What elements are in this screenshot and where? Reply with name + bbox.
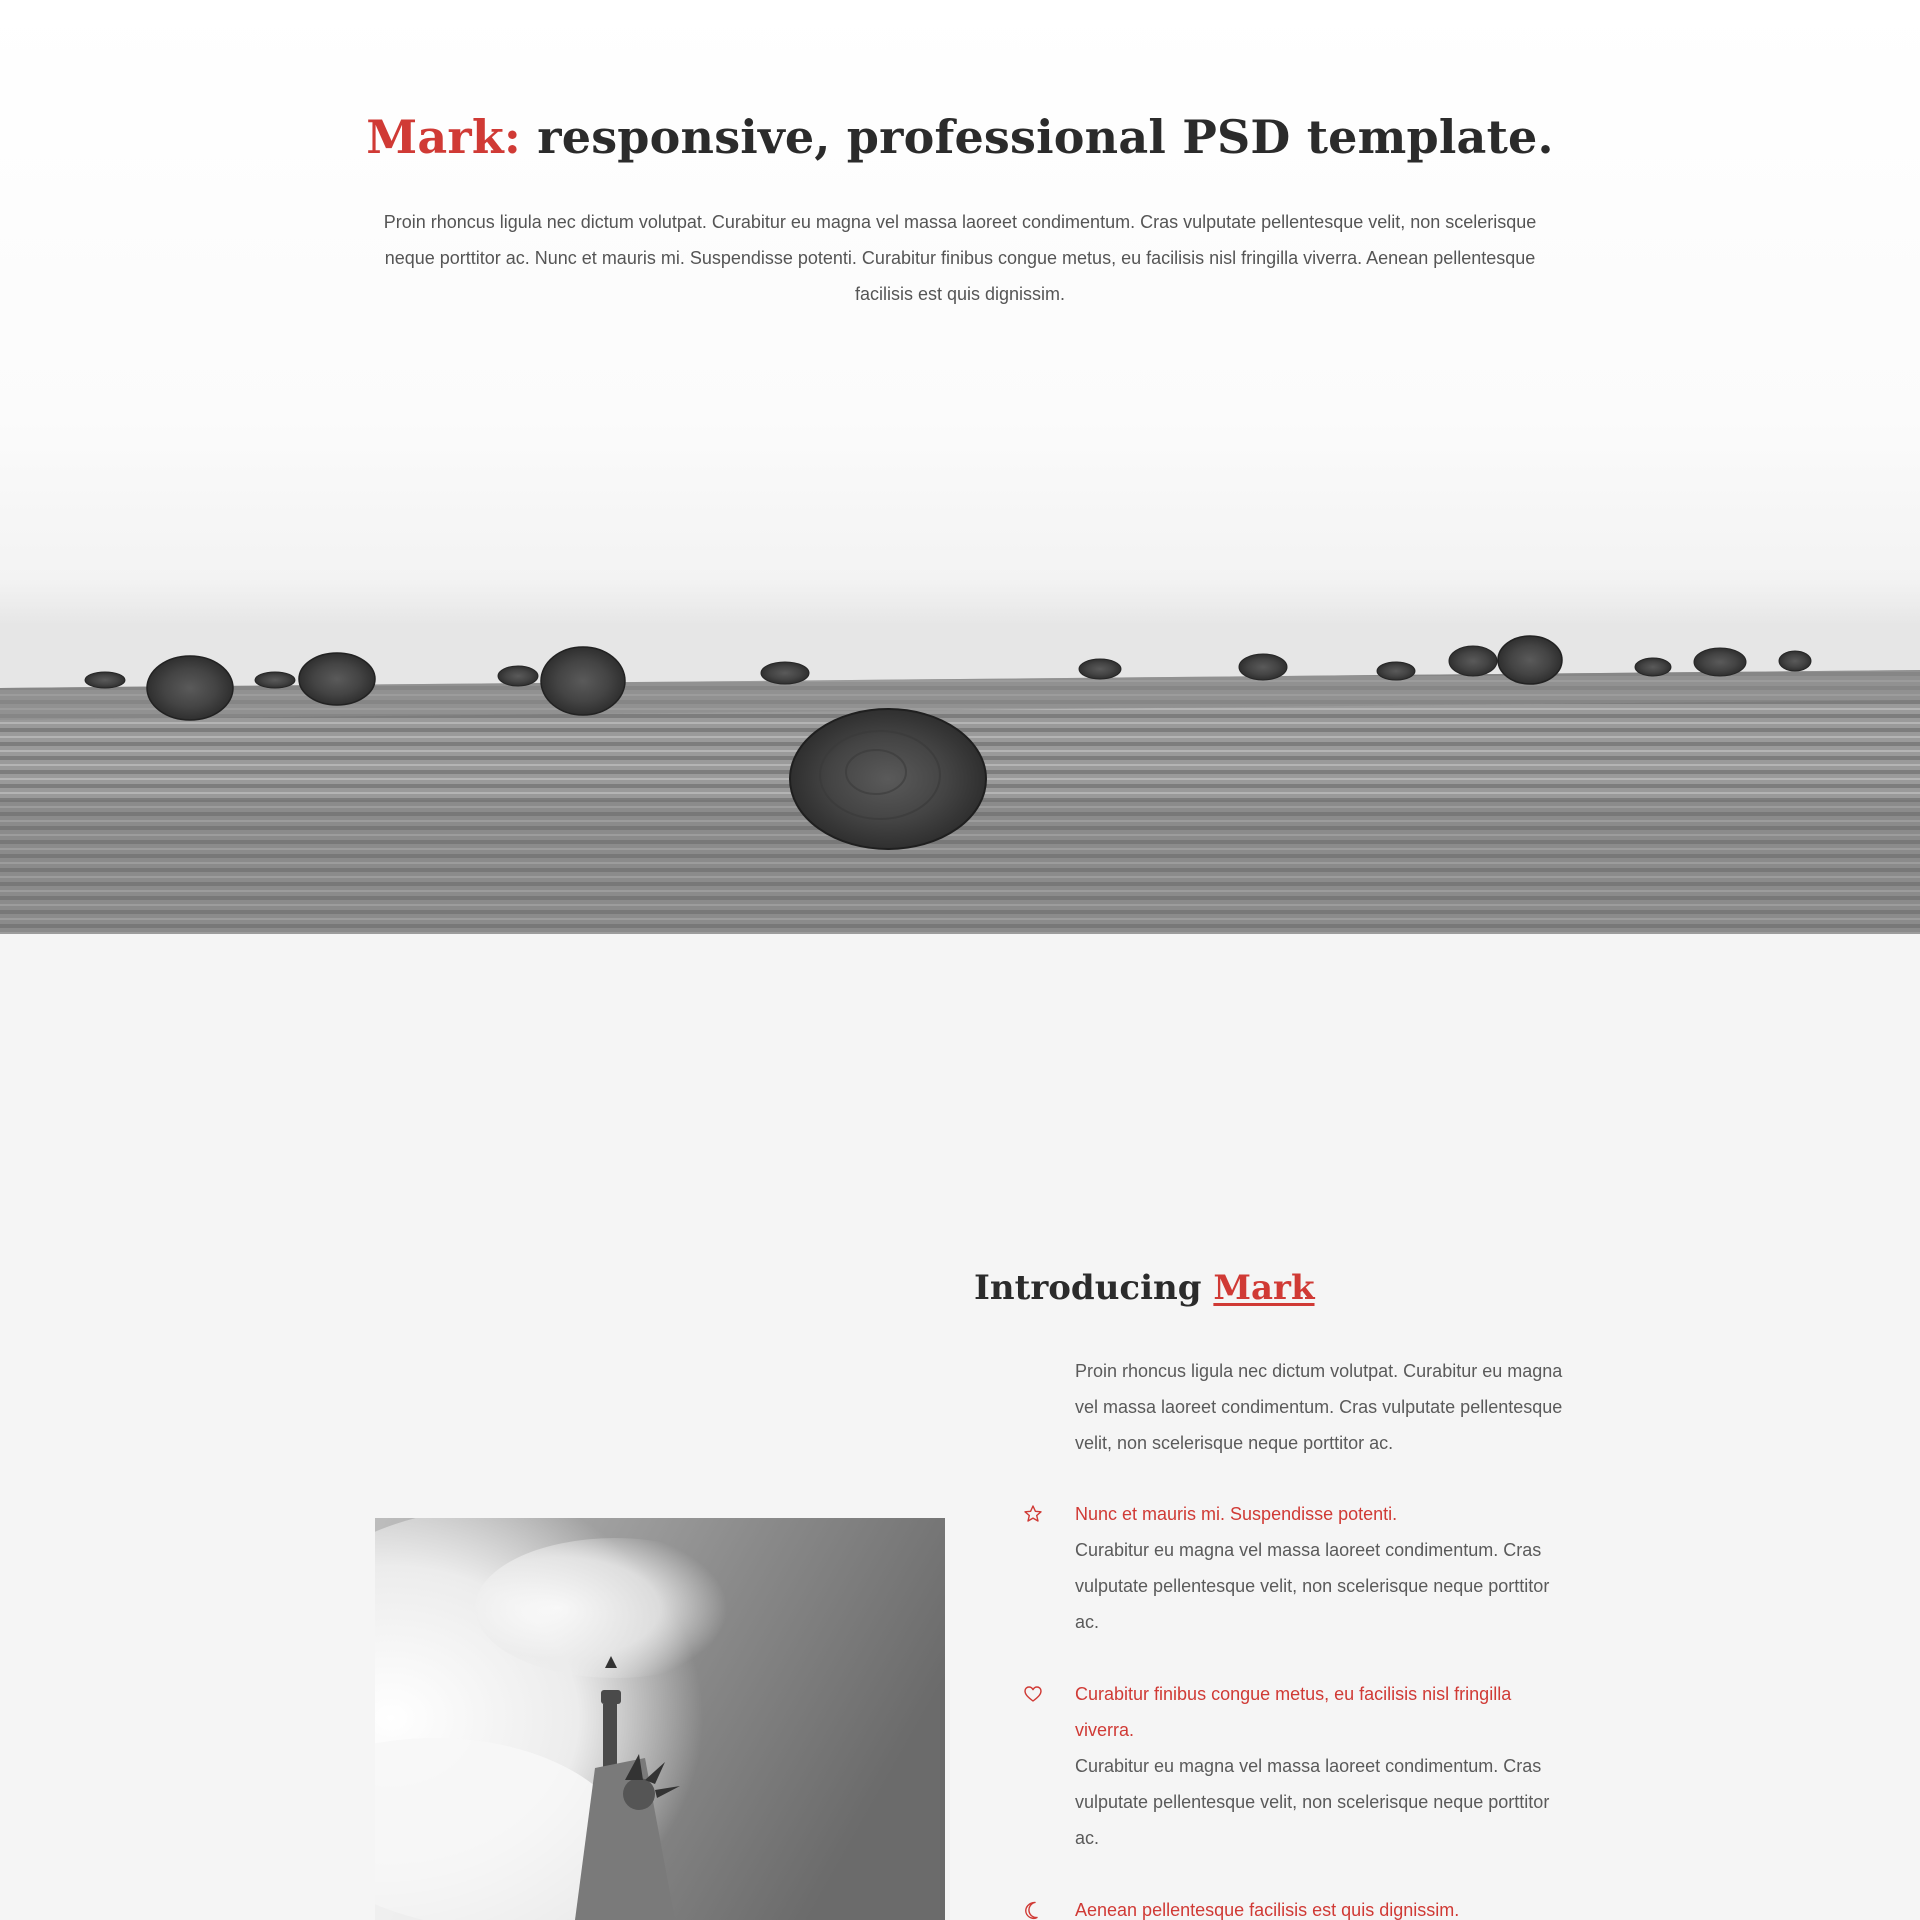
feature-text: Curabitur eu magna vel massa laoreet con… [1075,1756,1550,1848]
hero-section: Mark: responsive, professional PSD templ… [0,0,1920,934]
feature-item: Aenean pellentesque facilisis est quis d… [1025,1892,1575,1920]
feature-title: Curabitur finibus congue metus, eu facil… [1075,1684,1512,1740]
hero-title-brand: Mark: [366,110,522,164]
feature-item: Nunc et mauris mi. Suspendisse potenti. … [1024,1496,1575,1640]
feature-text: Curabitur eu magna vel massa laoreet con… [1075,1540,1550,1632]
hero-title-tagline: responsive, professional PSD template. [521,110,1554,164]
intro-description: Proin rhoncus ligula nec dictum volutpat… [1075,1361,1563,1453]
heart-icon [1024,1686,1042,1702]
statue-of-liberty-image [375,1518,945,1920]
hero-description: Proin rhoncus ligula nec dictum volutpat… [383,212,1537,304]
feature-title: Nunc et mauris mi. Suspendisse potenti. [1075,1504,1398,1524]
hero-title: Mark: responsive, professional PSD templ… [0,110,1920,164]
feature-item: Curabitur finibus congue metus, eu facil… [1024,1676,1575,1856]
moon-icon [1025,1901,1038,1920]
star-icon [1024,1505,1042,1522]
intro-heading: Introducing Mark [974,1268,1315,1308]
feature-title: Aenean pellentesque facilisis est quis d… [1075,1900,1460,1920]
intro-heading-prefix: Introducing [974,1268,1214,1308]
intro-heading-brand-link[interactable]: Mark [1213,1268,1314,1308]
